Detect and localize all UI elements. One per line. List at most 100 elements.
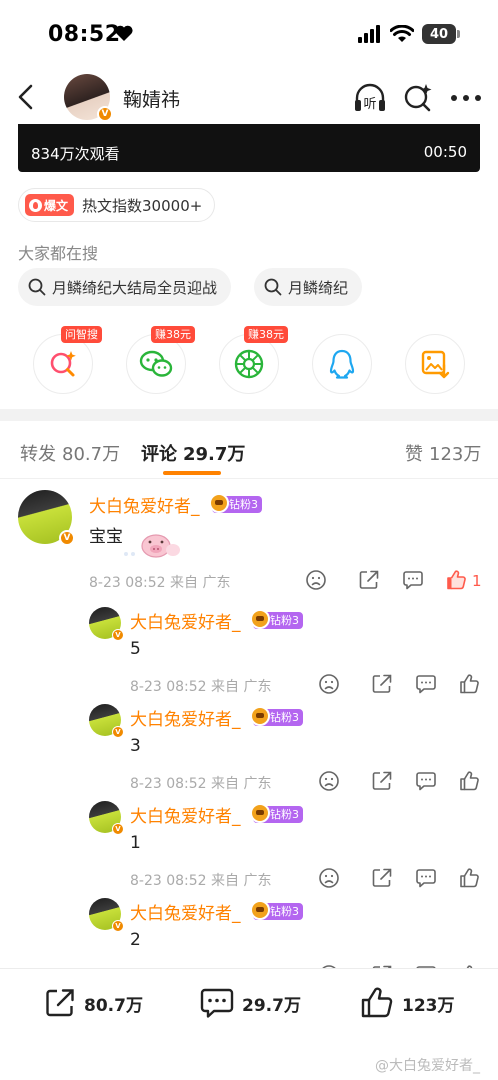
app-tag: 赚38元 — [151, 326, 195, 343]
repost-count: 80.7万 — [84, 995, 143, 1016]
comment-count: 29.7万 — [242, 995, 301, 1016]
tab-like[interactable]: 赞 123万 — [405, 440, 481, 466]
comment-icon[interactable] — [414, 672, 438, 696]
avatar[interactable]: V — [89, 607, 124, 641]
app-tag: 赚38元 — [244, 326, 288, 343]
reply-text: 3 — [130, 736, 141, 756]
comment-icon[interactable] — [401, 568, 425, 592]
share-ai-search-button[interactable]: 问智搜 — [33, 326, 102, 394]
avatar[interactable]: V — [64, 74, 113, 122]
section-divider — [0, 409, 498, 421]
author-name[interactable]: 鞠婧祎 — [123, 85, 180, 112]
hot-tag-label: 爆文 — [44, 198, 69, 213]
header: V 鞠婧祎 听 — [0, 72, 498, 124]
share-qq-button[interactable] — [312, 334, 372, 394]
comment-button[interactable]: 29.7万 — [200, 983, 301, 1023]
bottom-action-bar: 80.7万 29.7万 123万 @大白兔爱好者_ — [0, 968, 498, 1080]
reply-meta: 8-23 08:52 来自 广东 — [130, 679, 272, 695]
tab-repost-label: 转发 — [20, 444, 56, 465]
like-icon[interactable] — [444, 568, 468, 592]
search-chip[interactable]: 月鳞绮纪 — [254, 268, 363, 306]
reply-username[interactable]: 大白兔爱好者_ — [130, 608, 241, 633]
verified-icon: V — [112, 920, 124, 932]
tab-repost-count: 80.7万 — [62, 444, 121, 465]
reply-text: 5 — [130, 639, 141, 659]
comment-icon[interactable] — [414, 866, 438, 890]
comment-icon[interactable] — [414, 769, 438, 793]
video-duration: 00:50 — [423, 143, 467, 161]
reply-meta: 8-23 08:52 来自 广东 — [130, 776, 272, 792]
more-icon[interactable] — [448, 80, 484, 116]
like-count: 123万 — [402, 995, 455, 1016]
comment-username[interactable]: 大白兔爱好者_ — [89, 492, 200, 517]
hot-index-text: 热文指数30000+ — [82, 196, 203, 215]
back-icon[interactable] — [12, 80, 40, 114]
fan-level-badge: 钻粉3 — [209, 493, 262, 513]
share-icon[interactable] — [357, 568, 381, 592]
fan-level-badge: 钻粉3 — [250, 706, 303, 726]
like-icon[interactable] — [457, 769, 481, 793]
like-icon[interactable] — [457, 672, 481, 696]
dislike-icon[interactable] — [317, 672, 341, 696]
dislike-icon[interactable] — [317, 866, 341, 890]
verified-icon: V — [112, 823, 124, 835]
fan-level-badge: 钻粉3 — [250, 803, 303, 823]
share-icon[interactable] — [370, 866, 394, 890]
reply-username[interactable]: 大白兔爱好者_ — [130, 802, 241, 827]
repost-button[interactable]: 80.7万 — [44, 983, 143, 1023]
headphones-icon[interactable]: 听 — [352, 80, 388, 116]
fan-badge-label: 钻粉3 — [229, 498, 258, 511]
fan-badge-icon — [250, 706, 270, 726]
fan-badge-icon — [209, 493, 229, 513]
save-image-button[interactable] — [405, 334, 465, 394]
like-icon[interactable] — [457, 866, 481, 890]
share-icon[interactable] — [370, 672, 394, 696]
avatar[interactable]: V — [89, 801, 124, 835]
like-button[interactable]: 123万 — [360, 983, 455, 1023]
tab-like-count: 123万 — [429, 444, 482, 465]
fan-badge-label: 钻粉3 — [270, 711, 299, 724]
status-indicators: 40 — [358, 24, 460, 44]
hot-index-pill[interactable]: 爆文 热文指数30000+ — [18, 188, 216, 222]
reply-username[interactable]: 大白兔爱好者_ — [130, 705, 241, 730]
avatar[interactable]: V — [89, 704, 124, 738]
reply-username[interactable]: 大白兔爱好者_ — [130, 899, 241, 924]
fan-badge-label: 钻粉3 — [270, 808, 299, 821]
dislike-icon[interactable] — [304, 568, 328, 592]
fan-badge-label: 钻粉3 — [270, 614, 299, 627]
heart-icon — [114, 24, 134, 46]
avatar[interactable]: V — [89, 898, 124, 932]
verified-icon: V — [97, 106, 113, 122]
search-icon — [28, 278, 46, 296]
verified-icon: V — [112, 726, 124, 738]
tab-comment[interactable]: 评论 29.7万 — [141, 440, 245, 466]
tab-repost[interactable]: 转发 80.7万 — [20, 440, 120, 466]
video-views: 834万次观看 — [31, 145, 120, 163]
comment-icon — [200, 988, 234, 1018]
search-icon — [264, 278, 282, 296]
battery-indicator: 40 — [422, 24, 460, 44]
ai-search-icon[interactable] — [400, 80, 436, 116]
share-moments-button[interactable]: 赚38元 — [219, 326, 288, 394]
tab-comment-count: 29.7万 — [183, 444, 246, 465]
moments-icon — [234, 349, 264, 379]
interaction-tabs: 转发 80.7万 评论 29.7万 赞 123万 — [0, 421, 498, 479]
fan-level-badge: 钻粉3 — [250, 900, 303, 920]
watermark: @大白兔爱好者_ — [375, 1058, 480, 1074]
dislike-icon[interactable] — [317, 769, 341, 793]
save-image-icon — [421, 350, 450, 379]
qq-icon — [329, 349, 355, 379]
video-player[interactable]: 834万次观看 00:50 — [18, 124, 480, 172]
tab-comment-label: 评论 — [141, 444, 177, 465]
verified-icon: V — [112, 629, 124, 641]
ai-search-icon — [50, 351, 76, 377]
avatar[interactable]: V — [18, 490, 75, 546]
fan-level-badge: 钻粉3 — [250, 609, 303, 629]
share-icon[interactable] — [370, 769, 394, 793]
fan-badge-icon — [250, 803, 270, 823]
search-title: 大家都在搜 — [18, 244, 99, 263]
search-chip[interactable]: 月鳞绮纪大结局全员迎战 — [18, 268, 232, 306]
share-wechat-button[interactable]: 赚38元 — [126, 326, 195, 394]
signal-icon — [358, 25, 380, 43]
reply-meta: 8-23 08:52 来自 广东 — [130, 873, 272, 889]
